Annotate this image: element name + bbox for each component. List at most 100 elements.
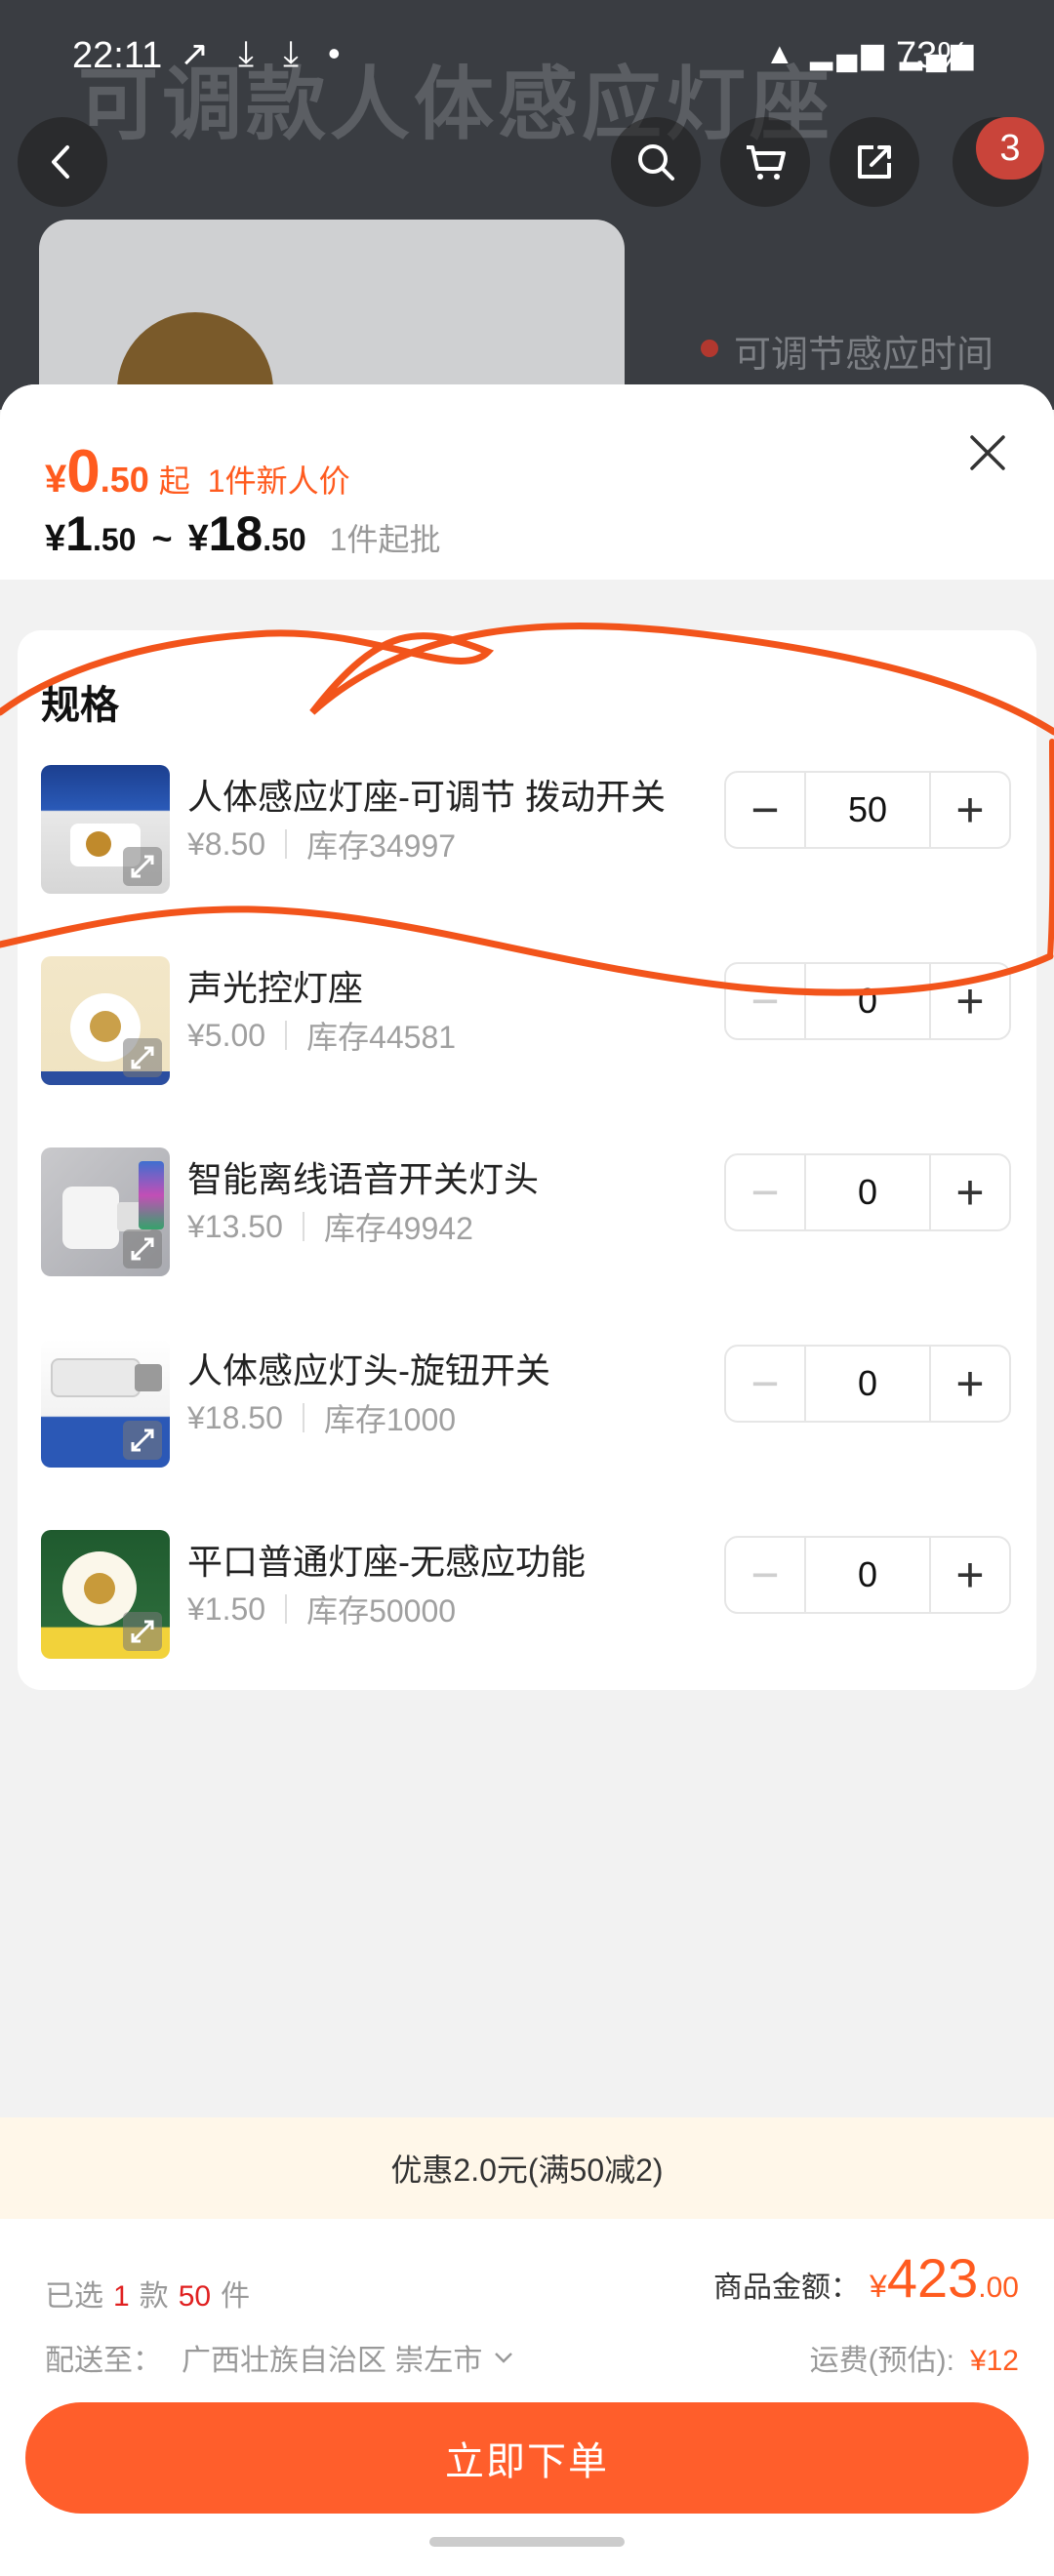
decrease-button[interactable]: − — [726, 1538, 804, 1612]
spec-title: 规格 — [41, 684, 119, 727]
increase-button[interactable]: + — [931, 1155, 1009, 1229]
price-decimal: .50 — [100, 460, 149, 500]
expand-icon[interactable] — [123, 1421, 162, 1460]
total-decimal: .00 — [978, 2272, 1019, 2304]
low-price-integer: 1 — [65, 506, 93, 561]
quantity-value[interactable]: 0 — [804, 1155, 931, 1229]
low-price-decimal: .50 — [92, 522, 137, 557]
expand-icon[interactable] — [123, 847, 162, 886]
product-thumbnail[interactable] — [41, 765, 170, 894]
item-stock: 库存50000 — [306, 1593, 457, 1629]
high-price-integer: 18 — [208, 506, 264, 561]
quantity-value[interactable]: 0 — [804, 1347, 931, 1421]
range-separator: ~ — [151, 518, 173, 558]
item-price: ¥18.50 — [187, 1399, 283, 1435]
item-stock: 库存1000 — [323, 1402, 457, 1437]
quantity-value[interactable]: 0 — [804, 964, 931, 1038]
spec-item: 智能离线语音开关灯头 ¥13.50 库存49942 − 0 + — [18, 1126, 1036, 1282]
price-range: ¥ 1 .50 ~ ¥ 18 .50 1件起批 — [45, 505, 441, 562]
freight-label: 运费(预估): — [809, 2345, 954, 2377]
selected-kinds: 1 — [113, 2280, 130, 2313]
increase-button[interactable]: + — [931, 964, 1009, 1038]
product-thumbnail[interactable] — [41, 1530, 170, 1659]
order-footer: 已选 1 款 50 件 商品金额： ¥ 423 .00 配送至： 广西壮族自治区 崇左市… — [0, 2219, 1054, 2576]
quantity-value[interactable]: 0 — [804, 1538, 931, 1612]
item-meta: ¥13.50 库存49942 — [187, 1204, 473, 1249]
item-meta: ¥8.50 库存34997 — [187, 822, 456, 866]
selected-prefix: 已选 — [45, 2280, 103, 2313]
increase-button[interactable]: + — [931, 1347, 1009, 1421]
expand-icon[interactable] — [123, 1612, 162, 1651]
selected-summary: 已选 1 款 50 件 — [45, 2272, 250, 2314]
decrease-button[interactable]: − — [726, 964, 804, 1038]
quantity-stepper: − 50 + — [724, 771, 1011, 849]
cart-button[interactable] — [720, 117, 810, 207]
total-label: 商品金额： — [713, 2272, 861, 2304]
total-amount: 商品金额： ¥ 423 .00 — [713, 2246, 1019, 2310]
spec-item: 人体感应灯座-可调节 拨动开关 ¥8.50 库存34997 − 50 + — [18, 744, 1036, 900]
promo-banner: 优惠2.0元(满50减2) — [0, 2117, 1054, 2219]
ship-label: 配送至： — [45, 2345, 162, 2377]
quantity-stepper: − 0 + — [724, 962, 1011, 1040]
battery-level: 73% — [896, 35, 971, 76]
item-price: ¥5.00 — [187, 1017, 266, 1053]
chevron-down-icon — [495, 2353, 513, 2363]
share-icon — [858, 145, 891, 179]
spec-item: 声光控灯座 ¥5.00 库存44581 − 0 + — [18, 935, 1036, 1091]
product-thumbnail[interactable] — [41, 956, 170, 1085]
item-meta: ¥18.50 库存1000 — [187, 1395, 456, 1440]
freight-value: ¥12 — [969, 2345, 1019, 2377]
home-indicator — [429, 2537, 625, 2547]
currency-symbol: ¥ — [45, 518, 66, 559]
quantity-value[interactable]: 50 — [804, 773, 931, 847]
total-integer: 423 — [886, 2247, 979, 2309]
expand-icon[interactable] — [123, 1038, 162, 1077]
kinds-unit: 款 — [139, 2280, 169, 2313]
product-thumbnail[interactable] — [41, 1339, 170, 1468]
item-price: ¥1.50 — [187, 1590, 266, 1627]
freight-estimate: 运费(预估): ¥12 — [810, 2336, 1019, 2379]
chevron-left-icon — [52, 145, 69, 179]
place-order-button[interactable]: 立即下单 — [25, 2402, 1029, 2514]
new-user-note: 1件新人价 — [207, 463, 350, 499]
status-bar: 22:11 ↗ ⤓ ⤓ • ▲ ▂▄▆ ▂▄▆ 73% — [0, 0, 1054, 117]
status-time: 22:11 — [72, 35, 163, 76]
item-price: ¥13.50 — [187, 1208, 283, 1244]
item-meta: ¥5.00 库存44581 — [187, 1013, 456, 1058]
item-name: 智能离线语音开关灯头 — [187, 1159, 540, 1199]
product-thumbnail[interactable] — [41, 1147, 170, 1276]
increase-button[interactable]: + — [931, 1538, 1009, 1612]
search-button[interactable] — [611, 117, 701, 207]
new-user-price: ¥ 0 .50 起 1件新人价 — [45, 437, 350, 506]
item-meta: ¥1.50 库存50000 — [187, 1587, 456, 1631]
item-name: 声光控灯座 — [187, 968, 364, 1008]
back-button[interactable] — [18, 117, 107, 207]
quantity-stepper: − 0 + — [724, 1345, 1011, 1423]
price-integer: 0 — [66, 438, 101, 505]
shipping-address[interactable]: 配送至： 广西壮族自治区 崇左市 — [45, 2336, 517, 2379]
note-dot — [701, 340, 718, 357]
currency-symbol: ¥ — [870, 2269, 887, 2304]
decrease-button[interactable]: − — [726, 1155, 804, 1229]
item-stock: 库存34997 — [306, 828, 457, 864]
notification-icons: ↗ ⤓ ⤓ • — [180, 33, 350, 73]
increase-button[interactable]: + — [931, 773, 1009, 847]
cart-icon — [747, 145, 786, 180]
expand-icon[interactable] — [123, 1229, 162, 1268]
share-button[interactable] — [830, 117, 919, 207]
ship-location: 广西壮族自治区 崇左市 — [182, 2345, 483, 2377]
price-suffix: 起 — [158, 463, 190, 499]
item-stock: 库存49942 — [323, 1211, 473, 1246]
item-name: 人体感应灯座-可调节 拨动开关 — [187, 777, 666, 817]
spec-item: 平口普通灯座-无感应功能 ¥1.50 库存50000 − 0 + — [18, 1509, 1036, 1665]
price-header: ¥ 0 .50 起 1件新人价 ¥ 1 .50 ~ ¥ 18 .50 1件起批 — [0, 384, 1054, 580]
item-name: 平口普通灯座-无感应功能 — [187, 1542, 586, 1582]
product-note: 可调节感应时间 — [734, 335, 994, 376]
decrease-button[interactable]: − — [726, 1347, 804, 1421]
close-icon[interactable] — [958, 423, 1017, 482]
decrease-button[interactable]: − — [726, 773, 804, 847]
currency-symbol: ¥ — [187, 518, 209, 559]
currency-symbol: ¥ — [45, 458, 67, 501]
spec-item: 人体感应灯头-旋钮开关 ¥18.50 库存1000 − 0 + — [18, 1317, 1036, 1473]
quantity-stepper: − 0 + — [724, 1536, 1011, 1614]
